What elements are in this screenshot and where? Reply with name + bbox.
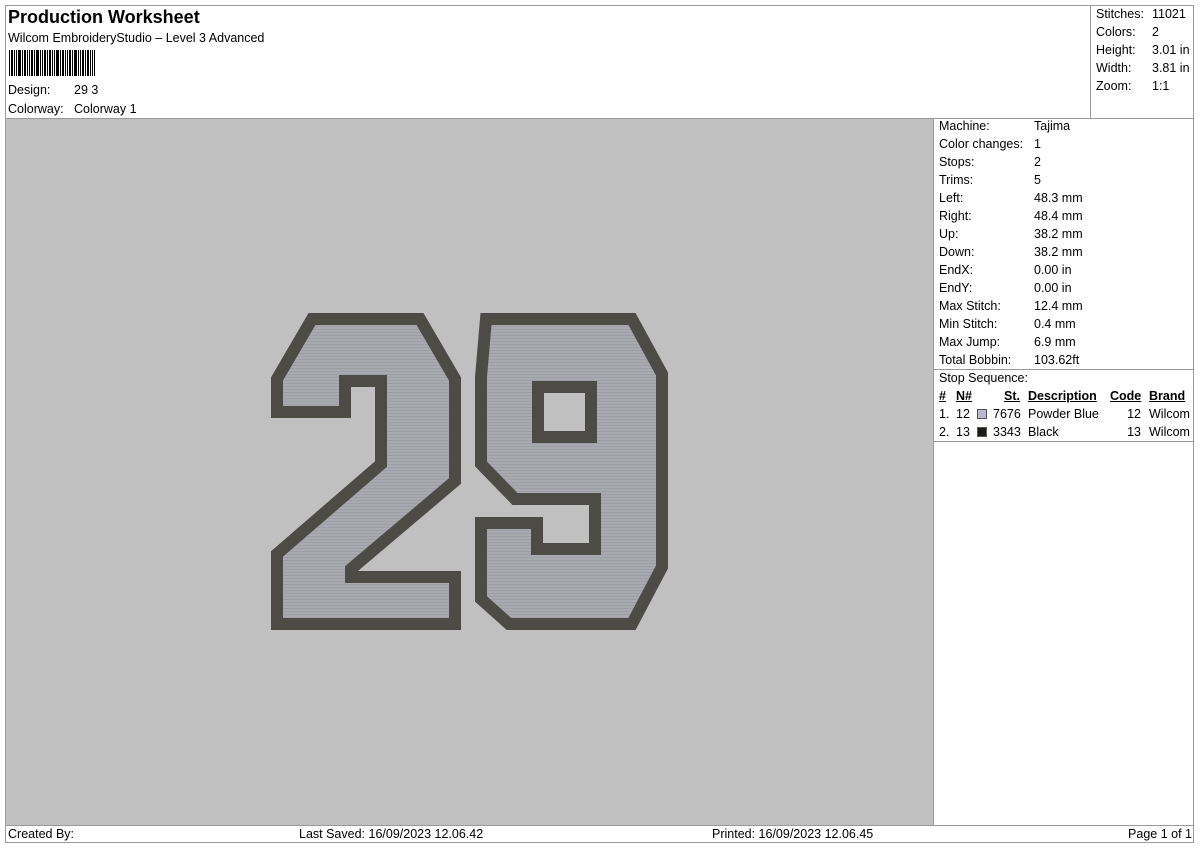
stop-brand: Wilcom [1149,425,1190,439]
detail-row: Trims: 5 [939,173,1189,191]
col-st-header: St. [1004,389,1020,403]
col-brand-header: Brand [1149,389,1186,403]
zoom-value: 1:1 [1152,79,1170,93]
detail-value: 38.2 mm [1034,245,1083,259]
detail-label: Min Stitch: [939,317,998,331]
col-num-header: # [939,389,946,403]
created-by: Created By: [8,827,75,841]
detail-label: EndX: [939,263,974,277]
embroidery-design [271,313,668,630]
colors-value: 2 [1152,25,1159,39]
page-title: Production Worksheet [8,7,200,27]
stop-brand: Wilcom [1149,407,1190,421]
detail-row: Up: 38.2 mm [939,227,1189,245]
detail-label: Right: [939,209,972,223]
detail-row: Min Stitch: 0.4 mm [939,317,1189,335]
zoom-row: Zoom: 1:1 [1096,79,1196,93]
digit-9-shape [475,313,668,630]
stop-num: 1. [939,407,950,421]
design-value: 29 3 [74,83,99,97]
height-label: Height: [1096,43,1136,57]
detail-label: Up: [939,227,959,241]
colorway-label: Colorway: [8,102,64,116]
detail-row: Machine: Tajima [939,119,1189,137]
design-label: Design: [8,83,51,97]
col-code-header: Code [1110,389,1142,403]
stop-code: 12 [1127,407,1141,421]
barcode-icon [9,50,95,76]
height-value: 3.01 in [1152,43,1190,57]
page-number: Page 1 of 1 [1128,827,1192,841]
detail-label: Total Bobbin: [939,353,1012,367]
stop-needle: 13 [956,425,970,439]
software-name: Wilcom EmbroideryStudio – Level 3 Advanc… [8,31,265,45]
colors-label: Colors: [1096,25,1136,39]
detail-value: 1 [1034,137,1041,151]
detail-row: EndY: 0.00 in [939,281,1189,299]
detail-value: 0.4 mm [1034,317,1076,331]
detail-value: 2 [1034,155,1041,169]
col-n-header: N# [956,389,972,403]
detail-label: Color changes: [939,137,1024,151]
detail-value: 12.4 mm [1034,299,1083,313]
detail-label: Max Stitch: [939,299,1001,313]
detail-value: Tajima [1034,119,1071,133]
stop-code: 13 [1127,425,1141,439]
last-saved: Last Saved: 16/09/2023 12.06.42 [299,827,484,841]
stop-description: Powder Blue [1028,407,1099,421]
detail-row: Down: 38.2 mm [939,245,1189,263]
stitches-label: Stitches: [1096,7,1144,21]
stop-sequence-label: Stop Sequence: [939,371,1028,385]
colors-row: Colors: 2 [1096,25,1196,39]
zoom-label: Zoom: [1096,79,1132,93]
stop-stitches: 3343 [993,425,1021,439]
detail-row: Max Jump: 6.9 mm [939,335,1189,353]
detail-value: 5 [1034,173,1041,187]
color-swatch [977,409,987,419]
width-row: Width: 3.81 in [1096,61,1196,75]
stop-needle: 12 [956,407,970,421]
detail-row: Max Stitch: 12.4 mm [939,299,1189,317]
detail-value: 48.4 mm [1034,209,1083,223]
stitches-row: Stitches: 11021 [1096,7,1196,21]
detail-label: Left: [939,191,964,205]
detail-value: 103.62ft [1034,353,1080,367]
footer: Created By: Last Saved: 16/09/2023 12.06… [6,825,1194,844]
printed-date: Printed: 16/09/2023 12.06.45 [712,827,874,841]
color-swatch [977,427,987,437]
detail-label: Trims: [939,173,974,187]
detail-value: 38.2 mm [1034,227,1083,241]
colorway-value: Colorway 1 [74,102,137,116]
digit-2-shape [271,313,461,630]
detail-value: 6.9 mm [1034,335,1076,349]
detail-row: Right: 48.4 mm [939,209,1189,227]
detail-label: EndY: [939,281,973,295]
height-row: Height: 3.01 in [1096,43,1196,57]
detail-row: Left: 48.3 mm [939,191,1189,209]
detail-value: 0.00 in [1034,263,1072,277]
stitches-value: 11021 [1152,7,1186,21]
stop-num: 2. [939,425,950,439]
detail-row: Stops: 2 [939,155,1189,173]
colorway-row: Colorway: Colorway 1 [8,102,137,116]
width-value: 3.81 in [1152,61,1190,75]
details-divider [934,369,1194,370]
design-row: Design: 29 3 [8,83,98,97]
summary-panel: Stitches: 11021 Colors: 2 Height: 3.01 in W… [1090,5,1195,118]
detail-label: Stops: [939,155,975,169]
design-preview [6,119,933,825]
details-panel: Machine: Tajima Color changes: 1 Stops: 2 Trim… [933,119,1194,825]
stop-description: Black [1028,425,1059,439]
stop-stitches: 7676 [993,407,1021,421]
col-description-header: Description [1028,389,1097,403]
detail-value: 0.00 in [1034,281,1072,295]
stops-divider [934,441,1194,442]
width-label: Width: [1096,61,1132,75]
detail-row: EndX: 0.00 in [939,263,1189,281]
detail-label: Down: [939,245,975,259]
detail-value: 48.3 mm [1034,191,1083,205]
detail-row: Color changes: 1 [939,137,1189,155]
detail-label: Machine: [939,119,990,133]
detail-label: Max Jump: [939,335,1001,349]
